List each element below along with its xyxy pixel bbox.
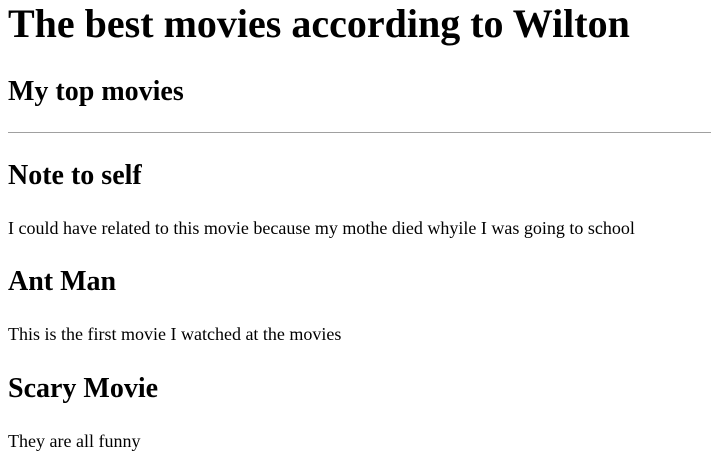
- movie-section: Scary Movie They are all funny: [8, 373, 158, 452]
- divider: [8, 132, 711, 133]
- page: The best movies according to Wilton My t…: [0, 0, 711, 462]
- movie-section: Note to self I could have related to thi…: [8, 160, 635, 239]
- movie-section: Ant Man This is the first movie I watche…: [8, 266, 341, 345]
- page-title: The best movies according to Wilton: [8, 1, 630, 46]
- movie-heading: Note to self: [8, 160, 142, 191]
- movie-note: They are all funny: [8, 431, 141, 451]
- movie-heading: Ant Man: [8, 266, 117, 297]
- movie-heading: Scary Movie: [8, 373, 159, 404]
- movie-note: This is the first movie I watched at the…: [8, 324, 342, 344]
- page-subtitle: My top movies: [8, 76, 184, 107]
- movie-note: I could have related to this movie becau…: [8, 218, 635, 238]
